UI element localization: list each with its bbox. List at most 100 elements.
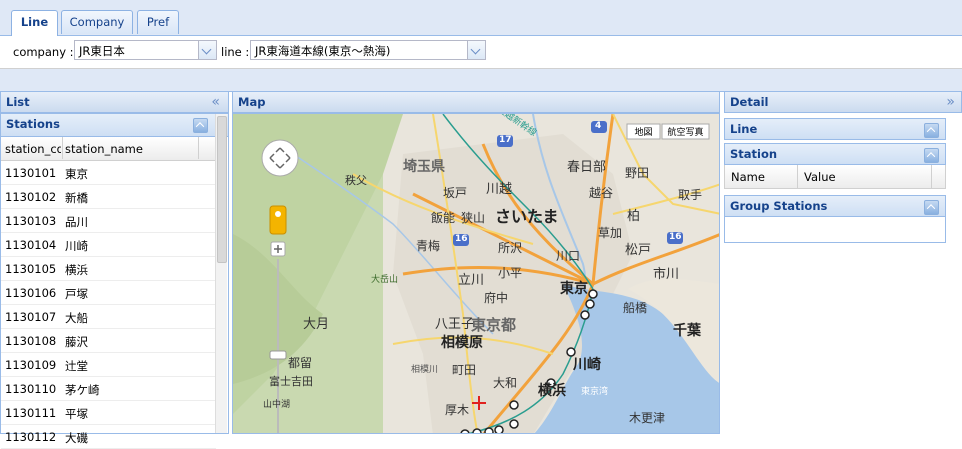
- collapse-group-stations-icon[interactable]: [924, 200, 939, 215]
- table-row[interactable]: 1130109 辻堂: [1, 353, 216, 377]
- table-row[interactable]: 1130110 茅ケ崎: [1, 377, 216, 401]
- table-row[interactable]: 1130108 藤沢: [1, 329, 216, 353]
- station-grid-header: Name Value: [724, 165, 946, 189]
- zoom-in-button[interactable]: [271, 242, 285, 256]
- tab-company[interactable]: Company: [61, 10, 133, 34]
- map-label-kashiwa: 柏: [627, 209, 641, 224]
- station-name-cell: 品川: [65, 215, 88, 229]
- map-type-map-button[interactable]: 地図: [627, 125, 660, 138]
- detail-panel-header: Detail »: [724, 91, 962, 113]
- station-name-cell: 東京: [65, 167, 88, 181]
- column-header-value[interactable]: Value: [804, 170, 836, 184]
- group-stations-section-title: Group Stations: [730, 199, 828, 213]
- station-section-header: Station: [724, 143, 946, 165]
- column-header-station-cd[interactable]: station_cd: [5, 142, 61, 156]
- station-cd-cell: 1130111: [5, 406, 57, 420]
- table-row[interactable]: 1130102 新橋: [1, 185, 216, 209]
- station-cd-cell: 1130107: [5, 310, 57, 324]
- map-label-soka: 草加: [598, 226, 623, 240]
- station-cd-cell: 1130105: [5, 262, 57, 276]
- collapse-left-icon[interactable]: «: [211, 92, 220, 112]
- station-cd-cell: 1130106: [5, 286, 57, 300]
- map-label-toride: 取手: [678, 188, 703, 202]
- map-label-yamanakako: 山中湖: [263, 400, 291, 410]
- column-header-station-name[interactable]: station_name: [65, 142, 143, 156]
- station-name-cell: 藤沢: [65, 335, 88, 349]
- table-row[interactable]: 1130105 横浜: [1, 257, 216, 281]
- station-name-cell: 辻堂: [65, 359, 88, 373]
- map-label-ome: 青梅: [416, 239, 441, 253]
- collapse-line-icon[interactable]: [924, 123, 939, 138]
- map-label-sagamihara: 相模原: [441, 335, 483, 351]
- collapse-station-icon[interactable]: [924, 148, 939, 163]
- station-name-cell: 茅ケ崎: [65, 383, 100, 397]
- map-label-saitama-pref: 埼玉県: [403, 159, 445, 175]
- divider-strip: [0, 69, 962, 92]
- map-label-matsudo: 松戸: [625, 243, 652, 258]
- chevron-down-icon[interactable]: [467, 41, 485, 59]
- map-label-kawaguchi: 川口: [556, 249, 581, 263]
- map-label-hanno: 飯能: [431, 211, 456, 225]
- station-cd-cell: 1130101: [5, 166, 57, 180]
- route-shield: 16: [455, 234, 468, 244]
- zoom-slider-handle[interactable]: [270, 351, 286, 359]
- map-label-ichikawa: 市川: [653, 267, 680, 282]
- map-label-otsuki: 大月: [303, 317, 330, 332]
- map-label-chiba: 千葉: [673, 323, 701, 339]
- station-cd-cell: 1130109: [5, 358, 57, 372]
- table-row[interactable]: 1130104 川崎: [1, 233, 216, 257]
- collapse-right-icon[interactable]: »: [946, 92, 955, 112]
- company-select[interactable]: JR東日本: [74, 40, 217, 60]
- collapse-stations-icon[interactable]: [193, 118, 208, 133]
- map-panel[interactable]: 地図 航空写真 4 17 16 16 上越新幹線 埼玉県 春日部 野田 秩父 坂…: [232, 113, 720, 434]
- line-select[interactable]: JR東海道本線(東京～熱海): [250, 40, 486, 60]
- station-cd-cell: 1130103: [5, 214, 57, 228]
- station-name-cell: 平塚: [65, 407, 88, 421]
- table-row[interactable]: 1130106 戸塚: [1, 281, 216, 305]
- map-type-satellite-button[interactable]: 航空写真: [662, 125, 709, 138]
- map-label-tokyo: 東京: [560, 281, 588, 297]
- map-label-mt-otake: 大岳山: [371, 275, 399, 285]
- scrollbar-thumb[interactable]: [217, 116, 227, 263]
- list-scrollbar[interactable]: [215, 114, 227, 433]
- map-label-noda: 野田: [625, 166, 650, 180]
- pan-control[interactable]: [255, 140, 303, 180]
- line-select-value: JR東海道本線(東京～熱海): [255, 44, 391, 58]
- line-section-header: Line: [724, 118, 946, 140]
- map-label-chichibu: 秩父: [345, 174, 367, 187]
- tab-line[interactable]: Line: [11, 10, 58, 37]
- table-row[interactable]: 1130107 大船: [1, 305, 216, 329]
- table-row[interactable]: 1130111 平塚: [1, 401, 216, 425]
- company-label: company :: [13, 45, 74, 59]
- grid-body: 1130101 東京 1130102 新橋 1130103 品川 1130104 川崎 …: [1, 161, 216, 449]
- route-shield: 17: [499, 135, 512, 145]
- line-label: line :: [221, 45, 250, 59]
- table-row[interactable]: 1130103 品川: [1, 209, 216, 233]
- table-row[interactable]: 1130112 大磯: [1, 425, 216, 449]
- station-cd-cell: 1130110: [5, 382, 57, 396]
- map-label-machida: 町田: [452, 363, 477, 377]
- grid-header: station_cd station_name: [1, 137, 216, 161]
- station-name-cell: 川崎: [65, 239, 88, 253]
- filter-toolbar: company : JR東日本 line : JR東海道本線(東京～熱海): [0, 36, 962, 69]
- station-name-cell: 大磯: [65, 431, 88, 445]
- detail-panel: Line Station Name Value Group Stations: [724, 113, 962, 434]
- station-section-title: Station: [730, 147, 778, 161]
- tab-pref[interactable]: Pref: [137, 10, 179, 34]
- column-header-name[interactable]: Name: [731, 170, 765, 184]
- map-label-kawasaki: 川崎: [573, 357, 601, 373]
- station-name-cell: 大船: [65, 311, 88, 325]
- map-label-koshigaya: 越谷: [589, 186, 614, 200]
- station-cd-cell: 1130112: [5, 430, 57, 444]
- chevron-down-icon[interactable]: [198, 41, 216, 59]
- route-shield: 4: [595, 121, 602, 131]
- table-row[interactable]: 1130101 東京: [1, 161, 216, 185]
- map-label-kasukabe: 春日部: [567, 160, 607, 175]
- group-stations-section-header: Group Stations: [724, 195, 946, 217]
- list-panel: Stations station_cd station_name 1130101…: [0, 113, 229, 449]
- pegman-icon[interactable]: [270, 206, 286, 234]
- group-stations-body: [724, 217, 946, 243]
- station-cd-cell: 1130102: [5, 190, 57, 204]
- station-name-cell: 新橋: [65, 191, 88, 205]
- detail-panel-title: Detail: [730, 95, 769, 109]
